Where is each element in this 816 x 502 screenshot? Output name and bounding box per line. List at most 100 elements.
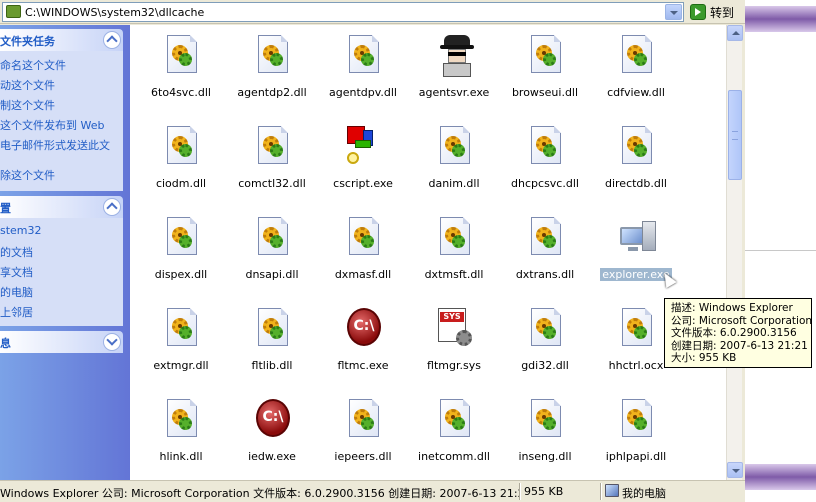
status-separator — [519, 483, 521, 500]
file-name-label: inseng.dll — [518, 450, 572, 463]
place-my-computer[interactable]: 的电脑 — [0, 284, 33, 300]
dll-icon — [163, 33, 201, 79]
agent-spy-icon — [436, 33, 474, 79]
scroll-up-button[interactable] — [727, 25, 743, 41]
file-item[interactable]: C:\ iedw.exe — [226, 393, 318, 480]
dll-icon — [163, 215, 201, 261]
file-item[interactable]: dxtrans.dll — [499, 211, 591, 301]
file-item[interactable]: fltlib.dll — [226, 302, 318, 392]
address-input[interactable]: C:\WINDOWS\system32\dllcache — [2, 2, 684, 22]
go-arrow-icon — [690, 4, 706, 20]
file-name-label: agentdpv.dll — [329, 86, 397, 99]
dll-icon — [618, 33, 656, 79]
file-item[interactable]: dhcpcsvc.dll — [499, 120, 591, 210]
file-item[interactable]: explorer.exe — [590, 211, 682, 301]
file-item[interactable]: 6to4svc.dll — [135, 29, 227, 119]
scroll-thumb[interactable] — [728, 90, 742, 180]
file-item[interactable]: dnsapi.dll — [226, 211, 318, 301]
file-item[interactable]: danim.dll — [408, 120, 500, 210]
file-item[interactable]: dispex.dll — [135, 211, 227, 301]
dll-icon — [345, 397, 383, 443]
file-item[interactable]: agentsvr.exe — [408, 29, 500, 119]
dll-icon — [436, 397, 474, 443]
file-item[interactable]: gdi32.dll — [499, 302, 591, 392]
status-bar: Windows Explorer 公司: Microsoft Corporati… — [0, 480, 745, 502]
address-path: C:\WINDOWS\system32\dllcache — [25, 6, 205, 19]
task-publish-web[interactable]: 这个文件发布到 Web — [0, 117, 104, 133]
task-group-header-other-places[interactable]: 置 — [0, 196, 123, 218]
task-group-header-file-tasks[interactable]: 文件夹任务 — [0, 29, 123, 51]
dll-icon — [436, 124, 474, 170]
file-item[interactable]: cscript.exe — [317, 120, 409, 210]
file-icon-view: 6to4svc.dll agentdp2.dll agentdpv.dll agent… — [130, 25, 726, 480]
file-item[interactable]: comctl32.dll — [226, 120, 318, 210]
file-item[interactable]: C:\ fltmc.exe — [317, 302, 409, 392]
dll-icon — [436, 215, 474, 261]
file-item[interactable]: hlink.dll — [135, 393, 227, 480]
console-icon: C:\ — [254, 397, 292, 443]
file-item[interactable]: cdfview.dll — [590, 29, 682, 119]
expand-icon[interactable] — [103, 333, 121, 351]
place-my-documents[interactable]: 的文档 — [0, 244, 33, 260]
dll-icon — [345, 33, 383, 79]
file-item[interactable]: iepeers.dll — [317, 393, 409, 480]
dll-icon — [527, 33, 565, 79]
task-move[interactable]: 动这个文件 — [0, 77, 55, 93]
file-name-label: fltlib.dll — [251, 359, 293, 372]
sys-file-icon: SYS — [436, 306, 474, 352]
task-group-title: 息 — [0, 337, 11, 350]
tooltip-created: 创建日期: 2007-6-13 21:21 — [671, 339, 808, 352]
dll-icon — [163, 124, 201, 170]
desktop-background — [745, 0, 816, 502]
task-copy[interactable]: 制这个文件 — [0, 97, 55, 113]
status-size: 955 KB — [524, 485, 564, 498]
file-item[interactable]: directdb.dll — [590, 120, 682, 210]
tooltip-description: 描述: Windows Explorer — [671, 302, 793, 314]
file-item[interactable]: extmgr.dll — [135, 302, 227, 392]
file-item[interactable]: SYS fltmgr.sys — [408, 302, 500, 392]
status-file-info: Windows Explorer 公司: Microsoft Corporati… — [0, 487, 519, 500]
file-name-label: fltmc.exe — [337, 359, 389, 372]
file-name-label: 6to4svc.dll — [151, 86, 211, 99]
file-item[interactable]: agentdpv.dll — [317, 29, 409, 119]
file-name-label: dxtrans.dll — [515, 268, 575, 281]
file-item[interactable]: inetcomm.dll — [408, 393, 500, 480]
task-group-header-details[interactable]: 息 — [0, 331, 123, 353]
computer-icon — [605, 484, 619, 497]
task-rename[interactable]: 命名这个文件 — [0, 57, 66, 73]
scroll-down-button[interactable] — [727, 462, 743, 478]
dll-icon — [163, 306, 201, 352]
collapse-icon[interactable] — [103, 31, 121, 49]
collapse-icon[interactable] — [103, 198, 121, 216]
desktop-band-bottom — [745, 464, 816, 490]
vertical-scrollbar[interactable] — [726, 25, 743, 480]
file-name-label: iedw.exe — [248, 450, 296, 463]
file-name-label: fltmgr.sys — [427, 359, 481, 372]
dll-icon — [254, 215, 292, 261]
desktop-divider — [745, 250, 816, 251]
file-item[interactable]: agentdp2.dll — [226, 29, 318, 119]
task-group-body-other-places: stem32 的文档 享文档 的电脑 上邻居 — [0, 218, 123, 326]
dll-icon — [527, 215, 565, 261]
file-item[interactable]: dxtmsft.dll — [408, 211, 500, 301]
computer-icon — [618, 215, 656, 261]
address-dropdown-button[interactable] — [665, 4, 682, 20]
file-item[interactable]: dxmasf.dll — [317, 211, 409, 301]
file-item[interactable]: iphlpapi.dll — [590, 393, 682, 480]
file-item[interactable]: inseng.dll — [499, 393, 591, 480]
file-item[interactable]: browseui.dll — [499, 29, 591, 119]
go-button[interactable]: 转到 — [688, 2, 742, 22]
task-delete[interactable]: 除这个文件 — [0, 167, 55, 183]
file-name-label: ciodm.dll — [155, 177, 207, 190]
task-email[interactable]: 电子邮件形式发送此文 — [0, 137, 110, 153]
tooltip-version: 文件版本: 6.0.2900.3156 — [671, 327, 797, 339]
file-name-label: dnsapi.dll — [245, 268, 299, 281]
file-name-label: hlink.dll — [159, 450, 203, 463]
dll-icon — [527, 124, 565, 170]
place-system32[interactable]: stem32 — [0, 224, 42, 237]
file-item[interactable]: ciodm.dll — [135, 120, 227, 210]
place-shared-documents[interactable]: 享文档 — [0, 264, 33, 280]
place-network[interactable]: 上邻居 — [0, 304, 33, 320]
dll-icon — [254, 124, 292, 170]
tooltip-size: 大小: 955 KB — [671, 352, 737, 364]
